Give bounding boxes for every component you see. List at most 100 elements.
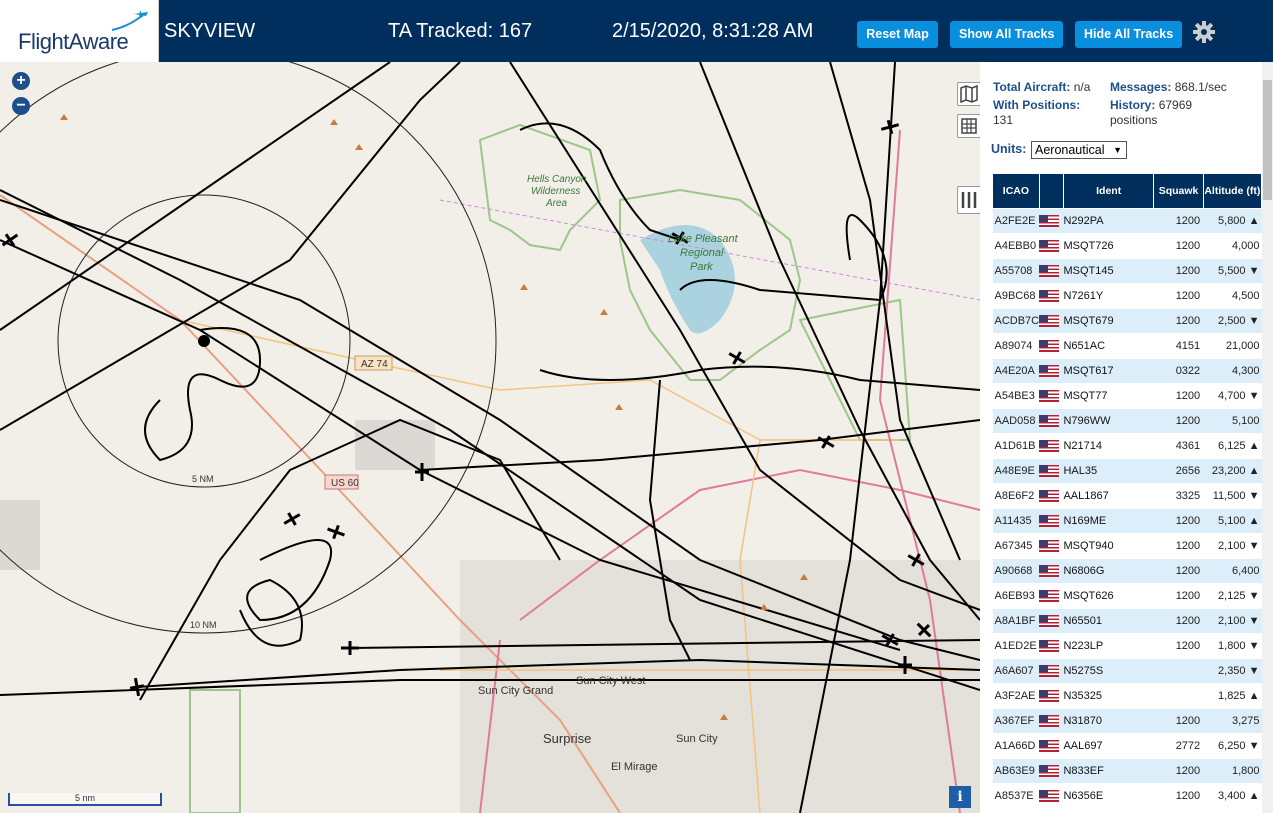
squawk-cell: 1200 bbox=[1153, 508, 1204, 534]
us-flag-icon bbox=[1039, 740, 1060, 753]
altitude-cell: 4,000 bbox=[1203, 233, 1262, 259]
units-dropdown[interactable]: Aeronautical ▼ bbox=[1031, 141, 1127, 159]
map-canvas[interactable]: Hells Canyon Wilderness Area Lake Pleasa… bbox=[0, 62, 980, 813]
table-row[interactable]: A48E9E HAL35 2656 23,200 ▲ bbox=[992, 458, 1262, 484]
ident-cell: N7261Y bbox=[1063, 283, 1154, 309]
table-row[interactable]: A67345 MSQT940 1200 2,100 ▼ bbox=[992, 533, 1262, 559]
squawk-cell: 2656 bbox=[1153, 458, 1204, 484]
table-row[interactable]: A54BE3 MSQT77 1200 4,700 ▼ bbox=[992, 383, 1262, 409]
panel-toggle-button[interactable] bbox=[957, 186, 980, 214]
table-row[interactable]: A3F2AE N35325 1,825 ▲ bbox=[992, 683, 1262, 709]
table-row[interactable]: A6EB93 MSQT626 1200 2,125 ▼ bbox=[992, 583, 1262, 609]
table-row[interactable]: A89074 N651AC 4151 21,000 bbox=[992, 333, 1262, 359]
flag-cell bbox=[1039, 383, 1064, 409]
gear-icon[interactable] bbox=[1192, 20, 1216, 44]
us-flag-icon bbox=[1039, 565, 1060, 578]
show-all-tracks-button[interactable]: Show All Tracks bbox=[950, 21, 1063, 48]
ident-cell: N21714 bbox=[1063, 433, 1154, 459]
squawk-cell bbox=[1153, 658, 1204, 684]
stat-messages: Messages: 868.1/sec bbox=[1110, 80, 1227, 94]
label-regional: Regional bbox=[680, 247, 724, 259]
squawk-cell: 1200 bbox=[1153, 758, 1204, 784]
table-row[interactable]: A1D61B N21714 4361 6,125 ▲ bbox=[992, 433, 1262, 459]
label-us60: US 60 bbox=[331, 478, 359, 489]
label-lake-pleasant: Lake Pleasant bbox=[668, 233, 739, 245]
icao-cell: A8537E bbox=[992, 783, 1040, 809]
scale-bar: 5 nm bbox=[8, 793, 162, 806]
table-row[interactable]: AB63E9 N833EF 1200 1,800 bbox=[992, 758, 1262, 784]
altitude-cell: 3,400 ▲ bbox=[1203, 783, 1262, 809]
table-row[interactable]: A6A607 N5275S 2,350 ▼ bbox=[992, 658, 1262, 684]
table-row[interactable]: A1A66D AAL697 2772 6,250 ▼ bbox=[992, 733, 1262, 759]
map-icon bbox=[960, 84, 978, 104]
info-button[interactable]: i bbox=[949, 786, 971, 808]
stat-history-unit: positions bbox=[1110, 113, 1158, 127]
squawk-cell: 1200 bbox=[1153, 708, 1204, 734]
table-row[interactable]: A8E6F2 AAL1867 3325 11,500 ▼ bbox=[992, 483, 1262, 509]
table-row[interactable]: A2FE2E N292PA 1200 5,800 ▲ bbox=[992, 208, 1262, 234]
flag-cell bbox=[1039, 733, 1064, 759]
table-row[interactable]: A367EF N31870 1200 3,275 bbox=[992, 708, 1262, 734]
us-flag-icon bbox=[1039, 265, 1060, 278]
table-row[interactable]: A4E20A MSQT617 0322 4,300 bbox=[992, 358, 1262, 384]
col-icao[interactable]: ICAO bbox=[992, 173, 1040, 209]
us-flag-icon bbox=[1039, 790, 1060, 803]
app-title: SKYVIEW bbox=[164, 20, 256, 42]
altitude-cell: 3,275 bbox=[1203, 708, 1262, 734]
icao-cell: A55708 bbox=[992, 258, 1040, 284]
icao-cell: A6A607 bbox=[992, 658, 1040, 684]
us-flag-icon bbox=[1039, 715, 1060, 728]
col-flag[interactable] bbox=[1038, 173, 1064, 209]
label-sun-city-grand: Sun City Grand bbox=[478, 685, 553, 697]
icao-cell: A11435 bbox=[992, 508, 1040, 534]
col-altitude[interactable]: Altitude (ft) bbox=[1202, 173, 1263, 209]
zoom-out-button[interactable]: − bbox=[12, 97, 30, 115]
table-row[interactable]: A8A1BF N65501 1200 2,100 ▼ bbox=[992, 608, 1262, 634]
squawk-cell bbox=[1153, 683, 1204, 709]
map-layers-button[interactable] bbox=[957, 82, 980, 106]
map-view[interactable]: Hells Canyon Wilderness Area Lake Pleasa… bbox=[0, 62, 980, 813]
squawk-cell: 1200 bbox=[1153, 408, 1204, 434]
table-row[interactable]: A8537E N6356E 1200 3,400 ▲ bbox=[992, 783, 1262, 809]
icao-cell: A89074 bbox=[992, 333, 1040, 359]
ident-cell: N6806G bbox=[1063, 558, 1154, 584]
us-flag-icon bbox=[1039, 665, 1060, 678]
icao-cell: AB63E9 bbox=[992, 758, 1040, 784]
ring-label-10nm: 10 NM bbox=[190, 620, 217, 630]
reset-map-button[interactable]: Reset Map bbox=[857, 21, 938, 48]
ident-cell: MSQT726 bbox=[1063, 233, 1154, 259]
altitude-cell: 21,000 bbox=[1203, 333, 1262, 359]
label-hells-canyon: Hells Canyon bbox=[527, 174, 587, 185]
table-row[interactable]: A1ED2E N223LP 1200 1,800 ▼ bbox=[992, 633, 1262, 659]
table-row[interactable]: AAD058 N796WW 1200 5,100 bbox=[992, 408, 1262, 434]
table-row[interactable]: A9BC68 N7261Y 1200 4,500 bbox=[992, 283, 1262, 309]
scrollbar-thumb[interactable] bbox=[1263, 80, 1272, 200]
ident-cell: N796WW bbox=[1063, 408, 1154, 434]
zoom-in-button[interactable]: + bbox=[12, 72, 30, 90]
flag-cell bbox=[1039, 558, 1064, 584]
ident-cell: MSQT77 bbox=[1063, 383, 1154, 409]
table-row[interactable]: ACDB7C MSQT679 1200 2,500 ▼ bbox=[992, 308, 1262, 334]
flag-cell bbox=[1039, 333, 1064, 359]
icao-cell: A48E9E bbox=[992, 458, 1040, 484]
table-row[interactable]: A55708 MSQT145 1200 5,500 ▼ bbox=[992, 258, 1262, 284]
table-header-row: ICAO Ident Squawk Altitude (ft) bbox=[992, 173, 1263, 209]
col-ident[interactable]: Ident bbox=[1062, 173, 1155, 209]
col-squawk[interactable]: Squawk bbox=[1153, 173, 1204, 209]
flag-cell bbox=[1039, 358, 1064, 384]
aircraft-table: ICAO Ident Squawk Altitude (ft) A2FE2E N2… bbox=[992, 173, 1263, 809]
flag-cell bbox=[1039, 433, 1064, 459]
flightaware-logo[interactable]: FlightAware bbox=[0, 0, 159, 62]
table-row[interactable]: A4EBB0 MSQT726 1200 4,000 bbox=[992, 233, 1262, 259]
table-row[interactable]: A90668 N6806G 1200 6,400 bbox=[992, 558, 1262, 584]
ident-cell: N35325 bbox=[1063, 683, 1154, 709]
flag-cell bbox=[1039, 508, 1064, 534]
us-flag-icon bbox=[1039, 590, 1060, 603]
grid-toggle-button[interactable] bbox=[957, 114, 980, 138]
icao-cell: ACDB7C bbox=[992, 308, 1040, 334]
flag-cell bbox=[1039, 308, 1064, 334]
table-row[interactable]: A11435 N169ME 1200 5,100 ▲ bbox=[992, 508, 1262, 534]
hide-all-tracks-button[interactable]: Hide All Tracks bbox=[1075, 21, 1182, 48]
tracked-count: TA Tracked: 167 bbox=[388, 20, 533, 42]
ident-cell: N223LP bbox=[1063, 633, 1154, 659]
